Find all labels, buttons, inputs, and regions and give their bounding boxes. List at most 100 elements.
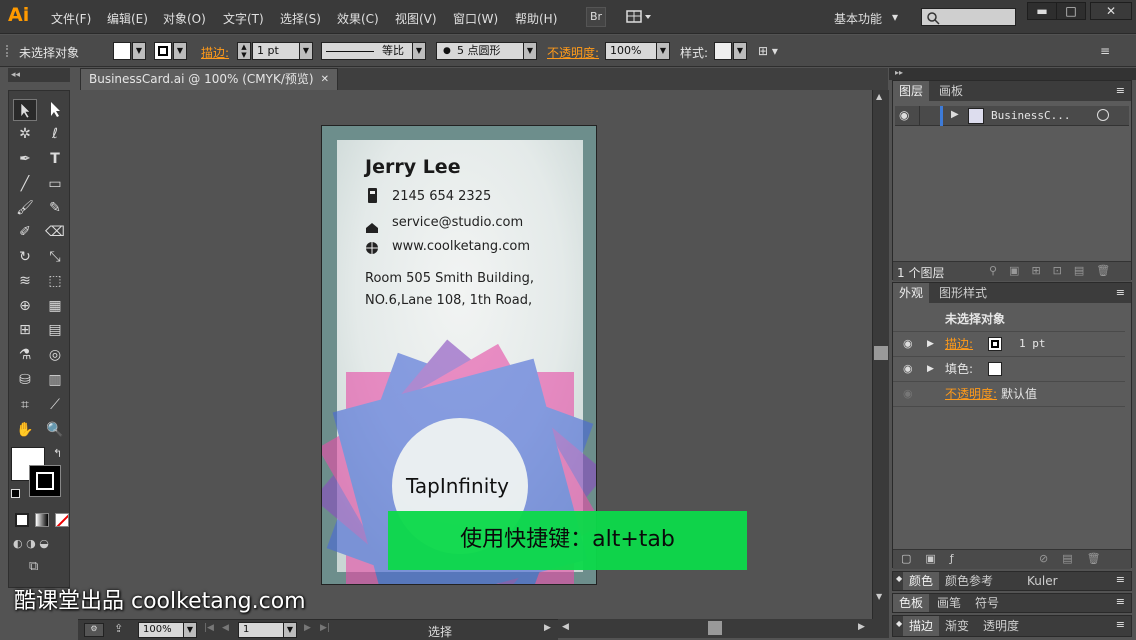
pencil-icon[interactable]: ✎ <box>43 197 67 219</box>
color-menu-icon[interactable]: ≡ <box>1116 573 1125 586</box>
layer-expand-icon[interactable]: ▶ <box>951 109 959 120</box>
scroll-left-icon[interactable]: ◀ <box>562 622 569 632</box>
layers-footer-icons[interactable]: ⚲▣⊞⊡▤🗑 <box>989 264 1122 277</box>
first-page-icon[interactable]: |◀ <box>204 623 214 633</box>
stroke-profile-dropdown[interactable]: ▼ <box>412 42 426 60</box>
tab-appearance[interactable]: 外观 <box>893 283 930 303</box>
menu-object[interactable]: 对象(O) <box>163 10 206 27</box>
menu-file[interactable]: 文件(F) <box>51 10 91 27</box>
prev-page-icon[interactable]: ◀ <box>222 623 229 633</box>
none-mode-icon[interactable] <box>55 513 69 527</box>
stroke-dropdown[interactable]: ▼ <box>173 42 187 60</box>
color-collapse-icon[interactable]: ◆ <box>896 574 902 583</box>
share-icon[interactable]: ⇪ <box>114 622 123 635</box>
perspective-grid-icon[interactable]: ▦ <box>43 295 67 317</box>
stroke-weight-field[interactable]: 1 pt <box>252 42 300 60</box>
stroke-profile-field[interactable]: 等比 <box>321 42 413 60</box>
next-page-icon[interactable]: ▶ <box>304 623 311 633</box>
layers-menu-icon[interactable]: ≡ <box>1116 81 1125 101</box>
stroke-color-box[interactable] <box>29 465 61 497</box>
vertical-scroll-thumb[interactable] <box>874 346 888 360</box>
appearance-stroke-swatch[interactable] <box>988 337 1002 351</box>
direct-selection-icon[interactable] <box>43 99 67 121</box>
fill-visibility-eye-icon[interactable]: ◉ <box>903 357 913 381</box>
opacity-field[interactable]: 100% <box>605 42 657 60</box>
search-input[interactable] <box>921 8 1016 26</box>
drawing-modes-icon[interactable]: ◐ ◑ ◒ <box>13 537 67 553</box>
workspace-switcher[interactable]: 基本功能 <box>834 10 882 27</box>
page-field[interactable]: 1 <box>238 622 284 638</box>
gradient-mode-icon[interactable] <box>35 513 49 527</box>
stroke-weight-stepper[interactable]: ▲ ▼ <box>237 42 251 60</box>
scroll-up-icon[interactable]: ▲ <box>876 92 882 101</box>
appearance-stroke-row[interactable]: ◉ ▶ 描边: 1 pt <box>893 332 1125 357</box>
artboard-tool-icon[interactable]: ⌗ <box>13 394 37 416</box>
selection-tool[interactable] <box>13 99 37 121</box>
tab-stroke[interactable]: 描边 <box>903 616 940 636</box>
appearance-footer-right-icons[interactable]: ⊘▤🗑 <box>1039 552 1115 565</box>
fill-dropdown[interactable]: ▼ <box>132 42 146 60</box>
swap-colors-icon[interactable]: ↰ <box>53 447 62 460</box>
last-page-icon[interactable]: ▶| <box>320 623 330 633</box>
appearance-fill-row[interactable]: ◉ ▶ 填色: <box>893 357 1125 382</box>
appearance-stroke-label[interactable]: 描边: <box>945 332 973 356</box>
menu-window[interactable]: 窗口(W) <box>453 10 498 27</box>
gradient-tool-icon[interactable]: ▤ <box>43 319 67 341</box>
tab-graphic-styles[interactable]: 图形样式 <box>933 283 993 303</box>
menu-edit[interactable]: 编辑(E) <box>107 10 148 27</box>
tab-layers[interactable]: 图层 <box>893 81 930 101</box>
zoom-field[interactable]: 100% <box>138 622 184 638</box>
paintbrush-icon[interactable]: 🖌 <box>13 197 37 219</box>
arrange-documents-icon[interactable] <box>626 8 654 26</box>
eyedropper-icon[interactable]: ⚗ <box>13 344 37 366</box>
eraser-icon[interactable]: ⌫ <box>43 221 67 243</box>
opacity-visibility-eye-icon[interactable]: ◉ <box>903 382 913 406</box>
tab-artboards[interactable]: 画板 <box>933 81 969 101</box>
layer-target-icon[interactable] <box>1097 109 1109 121</box>
symbol-sprayer-icon[interactable]: ⛁ <box>13 369 37 391</box>
free-transform-icon[interactable]: ⬚ <box>43 270 67 292</box>
scale-tool-icon[interactable]: ⤡ <box>43 246 67 268</box>
brush-dropdown[interactable]: ▼ <box>523 42 537 60</box>
stroke-expand-icon[interactable]: ▶ <box>927 332 934 356</box>
horizontal-scroll-thumb[interactable] <box>708 621 722 635</box>
tab-color-guide[interactable]: 颜色参考 <box>939 572 999 590</box>
rectangle-tool-icon[interactable]: ▭ <box>43 173 67 195</box>
column-graph-icon[interactable]: ▥ <box>43 369 67 391</box>
tab-gradient[interactable]: 渐变 <box>939 616 975 636</box>
page-dropdown[interactable]: ▼ <box>283 622 297 638</box>
collapse-dock-icon[interactable]: ▸▸ <box>895 68 903 77</box>
line-tool-icon[interactable]: ╱ <box>13 173 37 195</box>
toolbox-header[interactable]: ◂◂ <box>8 68 70 82</box>
color-mode-icon[interactable] <box>15 513 29 527</box>
document-tab[interactable]: BusinessCard.ai @ 100% (CMYK/预览) ✕ <box>80 68 338 90</box>
shape-builder-icon[interactable]: ⊕ <box>13 295 37 317</box>
menu-help[interactable]: 帮助(H) <box>515 10 557 27</box>
tab-swatches[interactable]: 色板 <box>893 594 930 612</box>
tab-close-icon[interactable]: ✕ <box>321 69 329 90</box>
tab-symbols[interactable]: 符号 <box>969 594 1005 612</box>
blend-tool-icon[interactable]: ◎ <box>43 344 67 366</box>
appearance-opacity-label[interactable]: 不透明度: <box>945 382 997 406</box>
style-dropdown[interactable]: ▼ <box>733 42 747 60</box>
fill-swatch[interactable] <box>113 42 131 60</box>
zoom-tool-icon[interactable]: 🔍 <box>43 419 67 441</box>
vertical-scrollbar[interactable]: ▲ ▼ <box>872 90 889 619</box>
recolor-artwork-icon[interactable]: ⊞ ▾ <box>758 44 788 60</box>
appearance-menu-icon[interactable]: ≡ <box>1116 283 1125 303</box>
menu-select[interactable]: 选择(S) <box>280 10 321 27</box>
tab-color[interactable]: 颜色 <box>903 572 940 590</box>
opacity-label[interactable]: 不透明度: <box>547 44 599 61</box>
layer-row[interactable]: ◉ ▶ BusinessC... <box>895 106 1129 126</box>
pen-tool-icon[interactable]: ✒ <box>13 148 37 170</box>
appearance-footer-icons[interactable]: ▢▣ƒ <box>901 552 968 565</box>
layer-name[interactable]: BusinessC... <box>991 109 1070 122</box>
layer-visibility-eye-icon[interactable]: ◉ <box>899 108 909 122</box>
fill-expand-icon[interactable]: ▶ <box>927 357 934 381</box>
stroke-menu-icon[interactable]: ≡ <box>1116 618 1125 631</box>
tab-transparency[interactable]: 透明度 <box>977 616 1025 636</box>
screen-mode-icon[interactable]: ⧉ <box>29 559 51 575</box>
zoom-dropdown[interactable]: ▼ <box>183 622 197 638</box>
stroke-visibility-eye-icon[interactable]: ◉ <box>903 332 913 356</box>
swatches-menu-icon[interactable]: ≡ <box>1116 595 1125 608</box>
